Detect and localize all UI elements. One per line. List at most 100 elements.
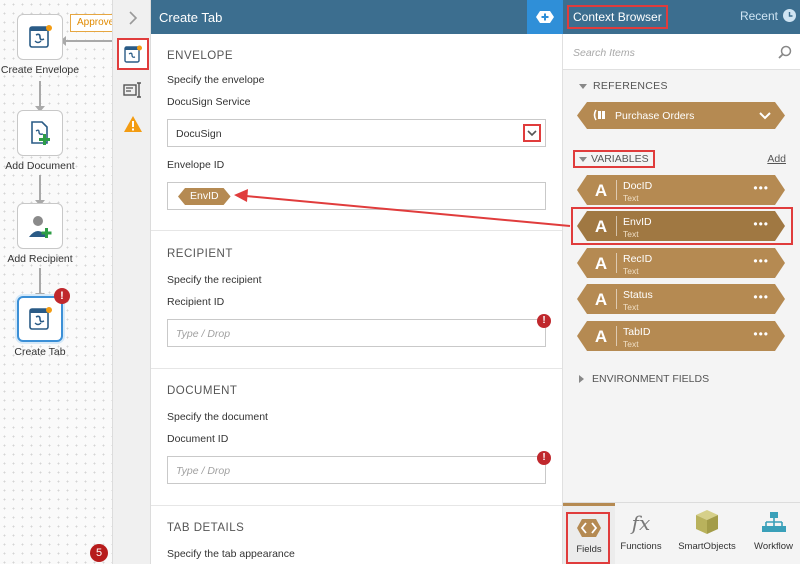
context-footer-tabs: Fields fx Functions SmartObjects Workflo… — [563, 502, 800, 564]
step-add-document[interactable]: Add Document — [0, 110, 80, 172]
variable-name: TabID — [623, 326, 651, 338]
variable-type: Text — [623, 193, 639, 203]
expand-arrow-icon — [579, 83, 587, 89]
recent-link[interactable]: Recent — [740, 9, 778, 23]
search-icon[interactable] — [778, 45, 792, 59]
tab-workflow[interactable]: Workflow — [747, 503, 800, 564]
variable-type: Text — [623, 339, 639, 349]
context-browser: Context Browser Recent Search Items REFE… — [563, 0, 800, 564]
workflow-canvas[interactable]: Approve Create Envelope Add Document Add… — [0, 0, 113, 564]
recipient-id-field[interactable]: Type / Drop ! — [167, 314, 551, 347]
step-error-icon[interactable]: ! — [54, 288, 70, 304]
section-tab-details: TAB DETAILS — [167, 522, 245, 534]
properties-panel: Create Tab ENVELOPE Specify the envelope… — [151, 0, 563, 564]
add-recipient-icon — [17, 203, 63, 249]
text-type-icon: A — [594, 254, 608, 273]
section-divider — [151, 230, 562, 231]
docusign-service-label: DocuSign Service — [167, 96, 251, 108]
envelope-instruction: Specify the envelope — [167, 74, 265, 86]
variable-item[interactable]: A DocID Text ••• — [577, 175, 785, 205]
tab-label: Workflow — [754, 541, 793, 552]
add-variable-link[interactable]: Add — [767, 153, 786, 165]
variable-name: RecID — [623, 253, 653, 265]
section-envelope: ENVELOPE — [167, 50, 233, 62]
workflow-icon — [747, 503, 800, 537]
tab-smartobjects[interactable]: SmartObjects — [667, 503, 747, 564]
search-input[interactable]: Search Items — [563, 34, 800, 70]
section-document: DOCUMENT — [167, 385, 238, 397]
document-instruction: Specify the document — [167, 411, 268, 423]
step-create-envelope[interactable]: Create Envelope — [0, 14, 80, 76]
tab-label: Functions — [620, 541, 662, 552]
properties-icon[interactable] — [117, 38, 149, 70]
more-options-icon[interactable]: ••• — [753, 181, 769, 195]
variable-item[interactable]: A TabID Text ••• — [577, 321, 785, 351]
recipient-instruction: Specify the recipient — [167, 274, 262, 286]
step-label: Create Envelope — [0, 64, 80, 76]
more-options-icon[interactable]: ••• — [753, 327, 769, 341]
variable-item[interactable]: A RecID Text ••• — [577, 248, 785, 278]
docusign-icon — [17, 14, 63, 60]
error-count-badge[interactable]: 5 — [90, 544, 108, 562]
properties-toolbar — [113, 0, 151, 564]
functions-icon: fx — [631, 511, 651, 535]
more-options-icon[interactable]: ••• — [753, 290, 769, 304]
step-connector — [35, 81, 45, 112]
tab-functions[interactable]: fx Functions — [615, 503, 667, 564]
variable-item[interactable]: A Status Text ••• — [577, 284, 785, 314]
step-label: Add Recipient — [7, 253, 73, 265]
references-header[interactable]: REFERENCES — [579, 80, 668, 92]
add-document-icon — [17, 110, 63, 156]
warning-icon[interactable] — [119, 110, 147, 138]
panel-body[interactable]: ENVELOPE Specify the envelope DocuSign S… — [151, 34, 563, 564]
environment-fields-header[interactable]: ENVIRONMENT FIELDS — [579, 373, 709, 385]
environment-fields-label: ENVIRONMENT FIELDS — [592, 373, 710, 385]
collapse-chevron-icon[interactable] — [119, 4, 147, 32]
variable-name: Status — [623, 289, 653, 301]
fields-tab-highlight — [566, 512, 610, 564]
docusign-icon — [17, 296, 63, 342]
text-type-icon: A — [594, 327, 608, 346]
collapse-arrow-icon — [579, 375, 584, 384]
section-divider — [151, 368, 562, 369]
tab-details-instruction: Specify the tab appearance — [167, 548, 295, 560]
chevron-down-icon[interactable] — [759, 108, 771, 122]
step-add-recipient[interactable]: Add Recipient — [0, 203, 80, 265]
references-header-label: REFERENCES — [593, 80, 668, 92]
search-placeholder: Search Items — [573, 47, 635, 59]
envid-token[interactable]: EnvID — [178, 188, 231, 205]
document-id-placeholder: Type / Drop — [176, 465, 231, 477]
text-type-icon: A — [594, 290, 608, 309]
recipient-id-label: Recipient ID — [167, 296, 225, 308]
step-connector — [35, 175, 45, 206]
error-icon: ! — [537, 314, 551, 328]
variables-header-label: VARIABLES — [591, 153, 649, 165]
section-divider — [151, 505, 562, 506]
smartobjects-icon — [667, 503, 747, 537]
panel-header: Create Tab — [151, 0, 563, 34]
document-id-field[interactable]: Type / Drop ! — [167, 451, 551, 484]
envelope-id-label: Envelope ID — [167, 159, 225, 171]
step-label: Create Tab — [14, 346, 66, 358]
add-icon — [536, 11, 554, 23]
error-icon: ! — [537, 451, 551, 465]
variable-type: Text — [623, 302, 639, 312]
chevron-down-icon[interactable] — [523, 124, 541, 142]
panel-title: Create Tab — [159, 9, 223, 25]
tab-label: SmartObjects — [678, 541, 736, 552]
variables-header[interactable]: VARIABLES — [573, 150, 655, 168]
add-button[interactable] — [527, 0, 563, 34]
recipient-id-placeholder: Type / Drop — [176, 328, 231, 340]
document-id-label: Document ID — [167, 433, 229, 445]
docusign-service-select[interactable]: DocuSign — [167, 119, 546, 147]
clock-icon[interactable] — [783, 9, 796, 22]
more-options-icon[interactable]: ••• — [753, 254, 769, 268]
context-browser-header: Context Browser Recent — [563, 0, 800, 34]
variable-type: Text — [623, 266, 639, 276]
variable-name: DocID — [623, 180, 653, 192]
reference-purchase-orders[interactable]: Purchase Orders — [577, 102, 785, 129]
step-create-tab[interactable]: Create Tab — [0, 296, 80, 358]
input-config-icon[interactable] — [119, 76, 147, 104]
envelope-id-field[interactable]: EnvID — [167, 182, 546, 210]
reference-icon — [593, 108, 609, 122]
